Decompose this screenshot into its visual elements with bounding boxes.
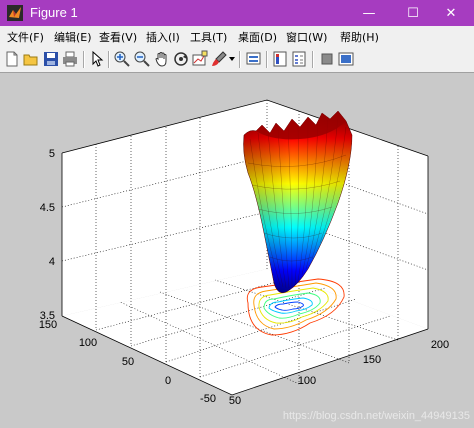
open-file-icon[interactable]	[22, 50, 40, 68]
title-bar: Figure 1 — ☐ ✕	[0, 0, 474, 26]
close-icon: ✕	[445, 5, 457, 21]
z-tick-label: 5	[49, 148, 55, 160]
window-title: Figure 1	[30, 5, 78, 20]
menu-view[interactable]: 查看(V)	[99, 29, 137, 45]
toolbar-separator	[83, 51, 85, 68]
figure-canvas[interactable]: 3.5 4 4.5 5 -50 0 50 100 150 50 100 150 …	[0, 73, 474, 428]
menu-bar: 文件(F) 编辑(E) 查看(V) 插入(I) 工具(T) 桌面(D) 窗口(W…	[0, 26, 474, 48]
chevron-down-icon[interactable]	[229, 56, 235, 62]
data-cursor-icon[interactable]	[191, 50, 209, 68]
save-icon[interactable]	[42, 50, 60, 68]
matlab-logo-icon	[7, 5, 23, 21]
y-tick-label: -50	[200, 393, 216, 405]
menu-desktop[interactable]: 桌面(D)	[238, 29, 277, 45]
z-axis-ticks: 3.5 4 4.5 5	[40, 148, 55, 322]
toolbar-separator	[312, 51, 314, 68]
insert-legend-icon[interactable]	[290, 50, 308, 68]
toolbar-separator	[266, 51, 268, 68]
rotate-3d-icon[interactable]	[172, 50, 190, 68]
pan-icon[interactable]	[153, 50, 171, 68]
x-tick-label: 200	[431, 339, 449, 351]
menu-edit[interactable]: 编辑(E)	[54, 29, 92, 45]
z-tick-label: 4	[49, 256, 55, 268]
maximize-icon: ☐	[407, 5, 419, 21]
new-figure-icon[interactable]	[3, 50, 21, 68]
toolbar-separator	[108, 51, 110, 68]
z-tick-label: 4.5	[40, 202, 55, 214]
y-tick-label: 100	[79, 337, 97, 349]
menu-tools[interactable]: 工具(T)	[190, 29, 227, 45]
y-tick-label: 0	[165, 375, 171, 387]
hide-plot-tools-icon[interactable]	[318, 50, 336, 68]
y-tick-label: 50	[122, 356, 134, 368]
x-tick-label: 150	[363, 354, 381, 366]
y-tick-label: 150	[39, 319, 57, 331]
zoom-out-icon[interactable]	[133, 50, 151, 68]
pointer-icon[interactable]	[88, 50, 106, 68]
menu-window[interactable]: 窗口(W)	[286, 29, 327, 45]
menu-insert[interactable]: 插入(I)	[146, 29, 180, 45]
x-tick-label: 50	[229, 395, 241, 407]
close-button[interactable]: ✕	[428, 0, 474, 26]
toolbar-separator	[239, 51, 241, 68]
show-plot-tools-icon[interactable]	[337, 50, 355, 68]
minimize-button[interactable]: —	[346, 0, 392, 26]
insert-colorbar-icon[interactable]	[271, 50, 289, 68]
menu-file[interactable]: 文件(F)	[7, 29, 44, 45]
x-tick-label: 100	[298, 375, 316, 387]
print-icon[interactable]	[61, 50, 79, 68]
watermark-text: https://blog.csdn.net/weixin_44949135	[283, 410, 470, 422]
link-plot-icon[interactable]	[245, 50, 263, 68]
minimize-icon: —	[362, 5, 376, 21]
figure-toolbar	[0, 47, 474, 73]
menu-help[interactable]: 帮助(H)	[340, 29, 379, 45]
zoom-in-icon[interactable]	[113, 50, 131, 68]
axes-3d[interactable]: 3.5 4 4.5 5 -50 0 50 100 150 50 100 150 …	[0, 73, 474, 428]
brush-icon[interactable]	[210, 50, 228, 68]
